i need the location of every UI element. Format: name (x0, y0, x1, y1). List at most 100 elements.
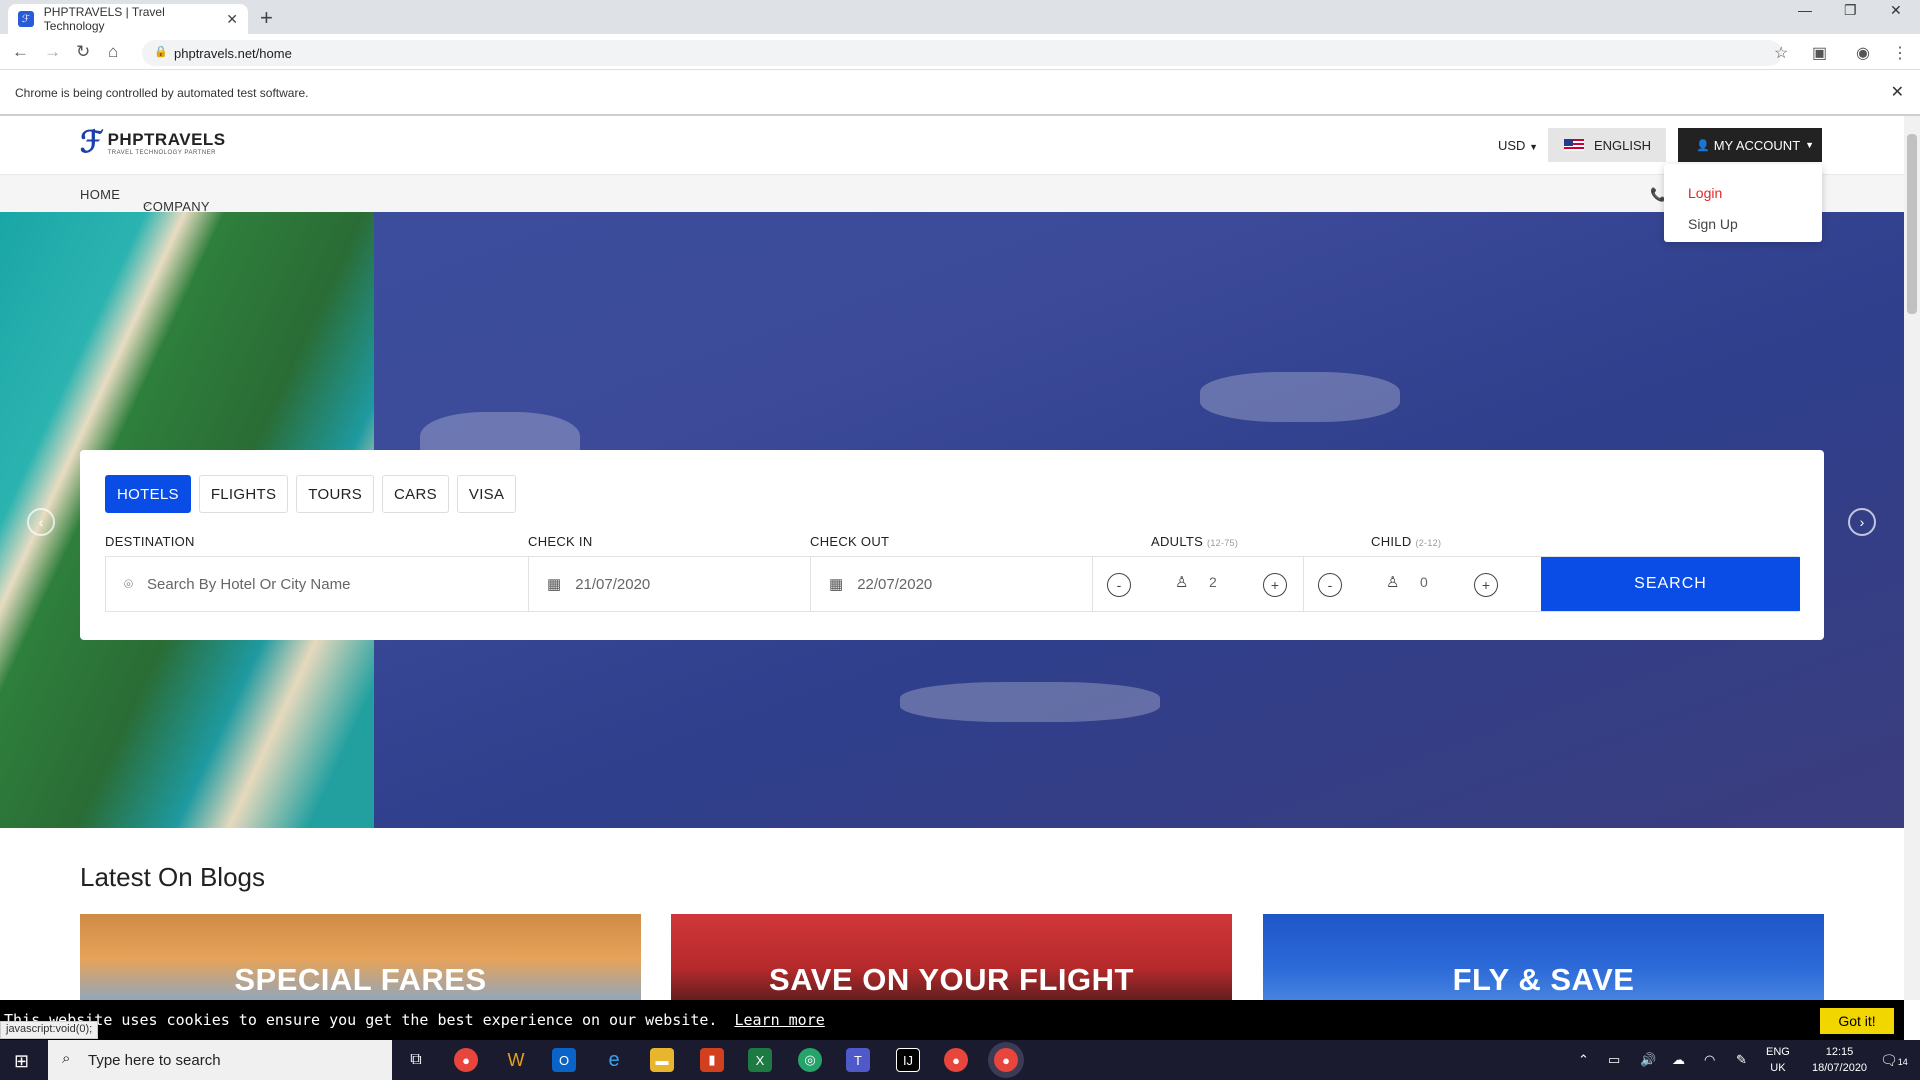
home-icon[interactable]: ⌂ (108, 42, 118, 62)
window-close-icon[interactable]: ✕ (1890, 2, 1902, 19)
currency-select[interactable]: USD ▼ (1498, 138, 1538, 153)
checkin-value: 21/07/2020 (575, 575, 651, 593)
profile-icon[interactable]: ◉ (1856, 43, 1870, 63)
bookmark-star-icon[interactable]: ☆ (1774, 43, 1788, 63)
infobar-close-icon[interactable]: ✕ (1891, 82, 1904, 102)
blog-card[interactable]: SAVE ON YOUR FLIGHT (671, 914, 1232, 1000)
windows-start-icon[interactable]: ⊞ (14, 1051, 29, 1072)
learn-more-link[interactable]: Learn more (734, 1011, 824, 1029)
adults-label-text: ADULTS (1151, 534, 1204, 549)
blogs-heading: Latest On Blogs (80, 862, 265, 892)
pen-icon[interactable]: ✎ (1736, 1052, 1747, 1068)
adults-range: (12-75) (1207, 538, 1239, 548)
checkin-field[interactable]: ▦ 21/07/2020 (529, 557, 811, 611)
network-app-icon[interactable]: ◎ (798, 1048, 822, 1072)
tab-flights[interactable]: FLIGHTS (198, 475, 289, 513)
slider-prev-icon[interactable]: ‹ (27, 508, 55, 536)
nav-home[interactable]: HOME (80, 187, 120, 202)
minimize-icon[interactable]: — (1798, 2, 1812, 18)
lock-icon: 🔒 (154, 46, 168, 58)
taskbar-search[interactable]: ⌕ Type here to search (48, 1040, 392, 1080)
url-text: phptravels.net/home (174, 45, 292, 61)
favicon-icon: ℱ (18, 11, 34, 27)
adults-value[interactable]: 2 (1209, 574, 1217, 590)
browser-tab[interactable]: ℱ PHPTRAVELS | Travel Technology ✕ (8, 4, 248, 34)
child-plus-button[interactable]: + (1474, 573, 1498, 597)
battery-icon[interactable]: ▭ (1608, 1052, 1620, 1068)
checkout-field[interactable]: ▦ 22/07/2020 (811, 557, 1093, 611)
excel-icon[interactable]: X (748, 1048, 772, 1072)
chrome-active-icon[interactable]: ● (994, 1048, 1018, 1072)
input-language[interactable]: ENG UK (1766, 1044, 1790, 1076)
windows-taskbar: ⊞ ⌕ Type here to search ⧉ ● W O e ▬ ▮ X … (0, 1040, 1920, 1080)
back-icon[interactable]: ← (12, 42, 29, 62)
page-scrollbar[interactable] (1904, 116, 1920, 1000)
ie-icon[interactable]: e (602, 1048, 626, 1072)
volume-icon[interactable]: 🔊 (1640, 1052, 1656, 1068)
adults-label: ADULTS (12-75) (1151, 534, 1238, 549)
forward-icon[interactable]: → (44, 42, 61, 62)
tray-chevron-icon[interactable]: ⌃ (1578, 1052, 1589, 1068)
chrome-icon[interactable]: ● (454, 1048, 478, 1072)
new-tab-icon[interactable]: + (260, 5, 273, 31)
cookie-accept-button[interactable]: Got it! (1820, 1008, 1894, 1034)
calendar-icon: ▦ (829, 576, 844, 593)
blog-card[interactable]: SPECIAL FARES (80, 914, 641, 1000)
clock-time: 12:15 (1825, 1046, 1854, 1058)
login-link[interactable]: Login (1688, 178, 1822, 209)
reload-icon[interactable]: ↻ (76, 42, 90, 62)
calendar-icon: ▦ (547, 576, 562, 593)
tab-tours[interactable]: TOURS (296, 475, 375, 513)
child-stepper: - ♙ 0 + (1304, 557, 1516, 611)
adults-stepper: - ♙ 2 + (1093, 557, 1304, 611)
hero-snow-patch (900, 682, 1160, 722)
tab-hotels[interactable]: HOTELS (105, 475, 191, 513)
chrome-icon[interactable]: ● (944, 1048, 968, 1072)
tab-cars[interactable]: CARS (382, 475, 449, 513)
signup-link[interactable]: Sign Up (1688, 209, 1822, 240)
restore-icon[interactable]: ❐ (1844, 2, 1857, 19)
teams-icon[interactable]: T (846, 1048, 870, 1072)
extension-icon[interactable]: ▣ (1812, 43, 1827, 63)
child-minus-button[interactable]: - (1318, 573, 1342, 597)
editor-app-icon[interactable]: W (504, 1048, 528, 1072)
search-fields: ⌾ Search By Hotel Or City Name ▦ 21/07/2… (105, 556, 1800, 612)
slider-next-icon[interactable]: › (1848, 508, 1876, 536)
language-select[interactable]: ENGLISH (1548, 128, 1666, 162)
logo-title: PHPTRAVELS (107, 130, 226, 149)
blog-card-title: FLY & SAVE (1452, 962, 1635, 997)
adults-plus-button[interactable]: + (1263, 573, 1287, 597)
system-clock[interactable]: 12:15 18/07/2020 (1812, 1044, 1867, 1076)
logo-mark-icon: ℱ (80, 126, 104, 159)
taskbar-search-placeholder: Type here to search (88, 1051, 221, 1069)
close-tab-icon[interactable]: ✕ (226, 11, 238, 28)
status-bar: javascript:void(0); (0, 1021, 99, 1039)
site-logo[interactable]: ℱ PHPTRAVELS TRAVEL TECHNOLOGY PARTNER (80, 126, 226, 159)
blog-card-title: SAVE ON YOUR FLIGHT (769, 962, 1134, 997)
office-icon[interactable]: ▮ (700, 1048, 724, 1072)
child-value[interactable]: 0 (1420, 574, 1428, 590)
wifi-icon[interactable]: ◠ (1704, 1052, 1715, 1068)
search-button[interactable]: SEARCH (1541, 557, 1800, 611)
address-bar[interactable]: 🔒 phptravels.net/home (142, 40, 1782, 66)
caret-down-icon: ▼ (1529, 142, 1538, 152)
outlook-icon[interactable]: O (552, 1048, 576, 1072)
child-label: CHILD (2-12) (1371, 534, 1441, 549)
file-explorer-icon[interactable]: ▬ (650, 1048, 674, 1072)
destination-label: DESTINATION (105, 534, 195, 549)
notifications-icon[interactable]: 🗨14 (1880, 1052, 1908, 1069)
notification-count: 14 (1897, 1057, 1908, 1067)
search-panel: HOTELS FLIGHTS TOURS CARS VISA DESTINATI… (80, 450, 1824, 640)
intellij-icon[interactable]: IJ (896, 1048, 920, 1072)
menu-dots-icon[interactable]: ⋮ (1892, 43, 1908, 63)
blog-card[interactable]: FLY & SAVE (1263, 914, 1824, 1000)
blog-card-title: SPECIAL FARES (234, 962, 487, 997)
adults-minus-button[interactable]: - (1107, 573, 1131, 597)
cloud-icon[interactable]: ☁ (1672, 1052, 1685, 1068)
my-account-button[interactable]: 👤 MY ACCOUNT ▼ (1678, 128, 1822, 162)
user-icon: 👤 (1696, 139, 1710, 152)
task-view-icon[interactable]: ⧉ (404, 1048, 428, 1072)
tab-visa[interactable]: VISA (456, 475, 517, 513)
destination-field[interactable]: ⌾ Search By Hotel Or City Name (106, 557, 529, 611)
scrollbar-thumb[interactable] (1907, 134, 1917, 314)
